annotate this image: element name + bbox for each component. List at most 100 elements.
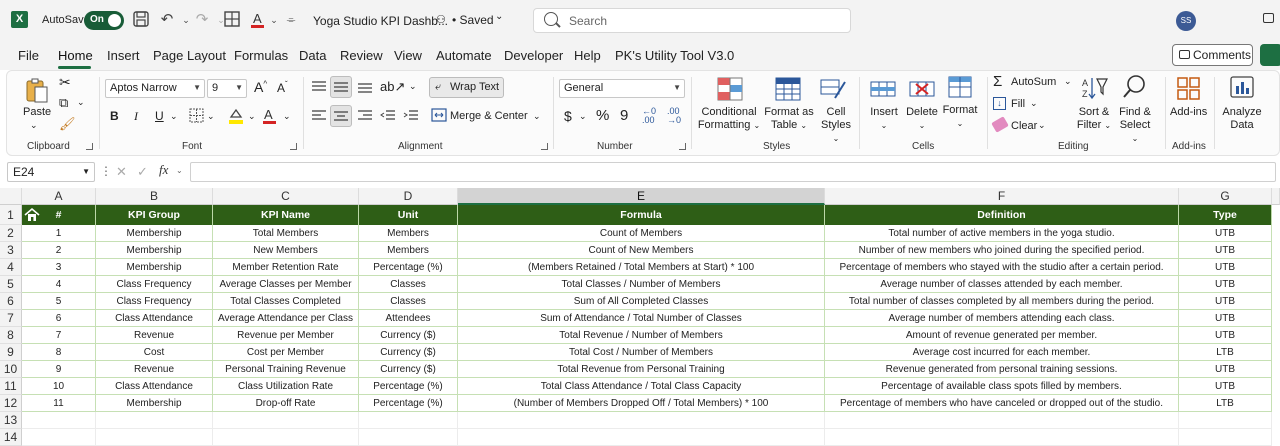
find-select-button[interactable]: Find & Select ⌄ [1115, 106, 1155, 145]
borders-ribbon-icon[interactable] [189, 108, 205, 127]
column-header-e[interactable]: E [458, 188, 825, 205]
table-cell[interactable]: Membership [96, 259, 213, 276]
underline-dropdown-icon[interactable]: ⌄ [170, 111, 178, 122]
empty-cell[interactable] [22, 412, 96, 429]
currency-dropdown-icon[interactable]: ⌄ [579, 111, 587, 122]
table-cell[interactable]: (Number of Members Dropped Off / Total M… [458, 395, 825, 412]
table-cell[interactable]: 9 [22, 361, 96, 378]
table-cell[interactable]: Membership [96, 225, 213, 242]
table-cell[interactable]: Classes [359, 293, 458, 310]
row-header[interactable]: 9 [0, 344, 22, 361]
table-cell[interactable]: Total number of active members in the yo… [825, 225, 1179, 242]
align-middle-button[interactable] [330, 76, 352, 98]
tab-file[interactable]: File [18, 48, 39, 63]
table-cell[interactable]: UTB [1179, 293, 1272, 310]
tab-page-layout[interactable]: Page Layout [153, 48, 226, 63]
empty-cell[interactable] [213, 412, 359, 429]
tab-help[interactable]: Help [574, 48, 601, 63]
table-cell[interactable]: Revenue generated from personal training… [825, 361, 1179, 378]
row-header[interactable]: 2 [0, 225, 22, 242]
font-size-dropdown[interactable]: 9 ▼ [207, 79, 247, 98]
row-header[interactable]: 12 [0, 395, 22, 412]
table-cell[interactable]: Drop-off Rate [213, 395, 359, 412]
chevron-down-icon[interactable]: ⌄ [495, 11, 503, 22]
search-input[interactable]: Search [533, 8, 851, 33]
share-button[interactable] [1260, 44, 1280, 66]
fx-dropdown-icon[interactable]: ⌄ [176, 166, 183, 175]
decrease-indent-icon[interactable] [380, 109, 396, 126]
align-center-button[interactable] [330, 105, 352, 127]
table-cell[interactable]: Total Classes Completed [213, 293, 359, 310]
alignment-launcher-icon[interactable] [541, 143, 548, 150]
table-cell[interactable]: Cost per Member [213, 344, 359, 361]
copy-dropdown-icon[interactable]: ⌄ [77, 97, 85, 108]
empty-cell[interactable] [359, 429, 458, 446]
table-cell[interactable]: Average Classes per Member [213, 276, 359, 293]
restore-window-icon[interactable] [1263, 13, 1274, 23]
sort-filter-icon[interactable]: AZ [1081, 75, 1109, 101]
tab-insert[interactable]: Insert [107, 48, 140, 63]
percent-button[interactable]: % [596, 107, 609, 124]
number-format-dropdown[interactable]: General ▼ [559, 79, 685, 98]
table-cell[interactable]: 5 [22, 293, 96, 310]
column-header-h[interactable] [1272, 188, 1280, 205]
table-cell[interactable]: Personal Training Revenue [213, 361, 359, 378]
table-cell[interactable]: Percentage of members who have canceled … [825, 395, 1179, 412]
table-cell[interactable]: Currency ($) [359, 344, 458, 361]
cancel-entry-icon[interactable]: ✕ [116, 164, 127, 180]
align-left-icon[interactable] [311, 109, 327, 126]
column-header-a[interactable]: A [22, 188, 96, 205]
table-cell[interactable]: (Members Retained / Total Members at Sta… [458, 259, 825, 276]
empty-cell[interactable] [1179, 429, 1272, 446]
table-cell[interactable]: Percentage (%) [359, 395, 458, 412]
table-cell[interactable]: 1 [22, 225, 96, 242]
comments-button[interactable]: Comments [1172, 44, 1253, 66]
table-cell[interactable]: New Members [213, 242, 359, 259]
table-cell[interactable]: LTB [1179, 344, 1272, 361]
row-header[interactable]: 6 [0, 293, 22, 310]
autosum-icon[interactable]: Σ [993, 73, 1002, 90]
delete-button[interactable]: Delete ⌄ [903, 106, 941, 132]
merge-center-label[interactable]: Merge & Center [450, 110, 528, 122]
home-icon[interactable] [23, 207, 41, 221]
addins-icon[interactable] [1175, 76, 1203, 102]
table-cell[interactable]: Membership [96, 242, 213, 259]
row-header[interactable]: 1 [0, 205, 22, 225]
tab-view[interactable]: View [394, 48, 422, 63]
table-cell[interactable]: Membership [96, 395, 213, 412]
table-cell[interactable]: Member Retention Rate [213, 259, 359, 276]
table-cell[interactable]: Total Cost / Number of Members [458, 344, 825, 361]
autosum-label[interactable]: AutoSum [1011, 76, 1056, 88]
table-cell[interactable]: UTB [1179, 259, 1272, 276]
row-header[interactable]: 8 [0, 327, 22, 344]
table-header-cell[interactable]: Unit [359, 205, 458, 225]
customize-toolbar-icon[interactable]: ⌯ [281, 10, 301, 30]
empty-cell[interactable] [458, 429, 825, 446]
align-right-icon[interactable] [357, 109, 373, 126]
table-cell[interactable]: Class Attendance [96, 310, 213, 327]
table-cell[interactable]: Currency ($) [359, 327, 458, 344]
table-cell[interactable]: UTB [1179, 327, 1272, 344]
table-cell[interactable]: Sum of Attendance / Total Number of Clas… [458, 310, 825, 327]
table-header-cell[interactable]: KPI Name [213, 205, 359, 225]
borders-dropdown-icon[interactable]: ⌄ [207, 111, 215, 122]
confirm-entry-icon[interactable]: ✓ [137, 164, 148, 180]
column-header-c[interactable]: C [213, 188, 359, 205]
document-title[interactable]: Yoga Studio KPI Dashb... [313, 14, 448, 28]
formula-input[interactable] [190, 162, 1276, 182]
tab-data[interactable]: Data [299, 48, 326, 63]
wrap-text-button[interactable]: ⤶ Wrap Text [429, 77, 504, 98]
table-cell[interactable]: Count of New Members [458, 242, 825, 259]
italic-button[interactable]: I [134, 109, 138, 124]
table-header-cell[interactable]: KPI Group [96, 205, 213, 225]
empty-cell[interactable] [825, 429, 1179, 446]
merge-center-icon[interactable] [431, 108, 447, 125]
table-cell[interactable]: 4 [22, 276, 96, 293]
table-cell[interactable]: Revenue [96, 361, 213, 378]
table-cell[interactable]: Percentage (%) [359, 378, 458, 395]
undo-icon[interactable]: ↶ [157, 10, 177, 30]
cut-icon[interactable]: ✂ [59, 74, 71, 91]
bold-button[interactable]: B [110, 109, 119, 123]
insert-cells-icon[interactable] [869, 76, 897, 102]
save-status[interactable]: • Saved [452, 13, 494, 27]
